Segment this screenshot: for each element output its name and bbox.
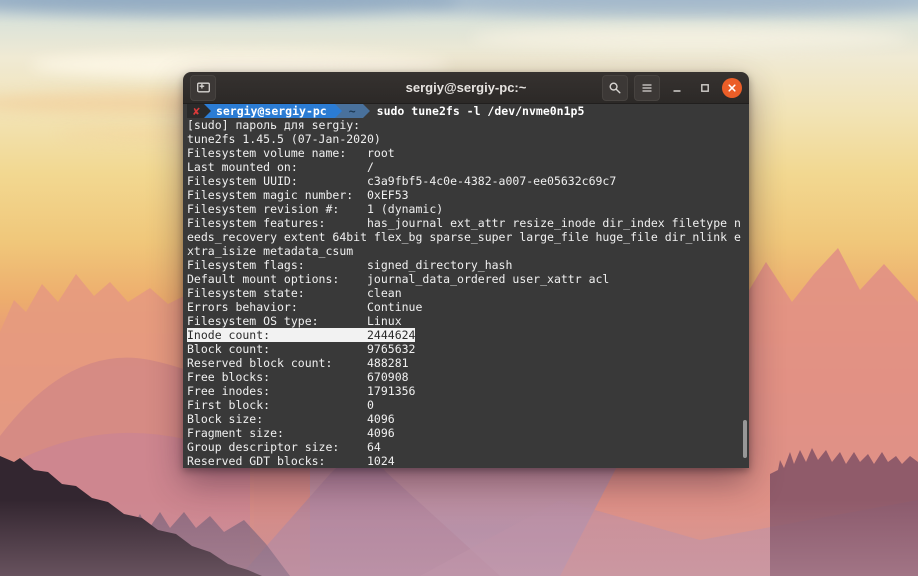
prompt-user-host: sergiy@sergiy-pc <box>211 104 335 118</box>
maximize-icon <box>699 82 711 94</box>
terminal-line: Filesystem features: has_journal ext_att… <box>187 216 749 230</box>
terminal-line: Filesystem revision #: 1 (dynamic) <box>187 202 749 216</box>
scrollbar-thumb[interactable] <box>743 420 747 458</box>
terminal-line: Reserved block count: 488281 <box>187 356 749 370</box>
powerline-arrow-icon <box>204 104 211 118</box>
search-icon <box>608 81 622 95</box>
terminal-line: Filesystem OS type: Linux <box>187 314 749 328</box>
desktop: sergiy@sergiy-pc:~ <box>0 0 918 576</box>
minimize-icon <box>671 82 683 94</box>
terminal-line: Free blocks: 670908 <box>187 370 749 384</box>
new-tab-button[interactable] <box>190 75 216 101</box>
terminal-line: Reserved GDT blocks: 1024 <box>187 454 749 468</box>
hamburger-menu-icon <box>640 81 654 95</box>
terminal-line: Block size: 4096 <box>187 412 749 426</box>
search-button[interactable] <box>602 75 628 101</box>
terminal-output: [sudo] пароль для sergiy: tune2fs 1.45.5… <box>187 118 749 468</box>
powerline-arrow-icon <box>335 104 342 118</box>
terminal-line: Filesystem flags: signed_directory_hash <box>187 258 749 272</box>
powerline-arrow-icon <box>363 104 370 118</box>
typed-command: sudo tune2fs -l /dev/nvme0n1p5 <box>370 104 585 118</box>
terminal-line: xtra_isize metadata_csum <box>187 244 749 258</box>
terminal-line: Errors behavior: Continue <box>187 300 749 314</box>
close-button[interactable] <box>722 78 742 98</box>
terminal-line: Group descriptor size: 64 <box>187 440 749 454</box>
terminal-line: Free inodes: 1791356 <box>187 384 749 398</box>
terminal-line: eeds_recovery extent 64bit flex_bg spars… <box>187 230 749 244</box>
terminal-line: Block count: 9765632 <box>187 342 749 356</box>
menu-button[interactable] <box>634 75 660 101</box>
minimize-button[interactable] <box>666 76 688 100</box>
close-icon <box>727 83 737 93</box>
terminal-line: First block: 0 <box>187 398 749 412</box>
terminal-line: [sudo] пароль для sergiy: <box>187 118 749 132</box>
terminal-line: Filesystem state: clean <box>187 286 749 300</box>
terminal-line: Fragment size: 4096 <box>187 426 749 440</box>
window-titlebar[interactable]: sergiy@sergiy-pc:~ <box>183 72 749 104</box>
terminal-line: Filesystem UUID: c3a9fbf5-4c0e-4382-a007… <box>187 174 749 188</box>
shell-prompt: ✘ sergiy@sergiy-pc ~ sudo tune2fs -l /de… <box>187 104 749 118</box>
terminal-line: Last mounted on: / <box>187 160 749 174</box>
new-tab-icon <box>196 80 211 95</box>
terminal-body[interactable]: ✘ sergiy@sergiy-pc ~ sudo tune2fs -l /de… <box>183 104 749 468</box>
terminal-line: tune2fs 1.45.5 (07-Jan-2020) <box>187 132 749 146</box>
maximize-button[interactable] <box>694 76 716 100</box>
terminal-line: Default mount options: journal_data_orde… <box>187 272 749 286</box>
prompt-directory: ~ <box>342 104 363 118</box>
terminal-line: Inode count: 2444624 <box>187 328 749 342</box>
prompt-status-glyph: ✘ <box>187 104 204 118</box>
terminal-line: Filesystem magic number: 0xEF53 <box>187 188 749 202</box>
terminal-line: Filesystem volume name: root <box>187 146 749 160</box>
terminal-window: sergiy@sergiy-pc:~ <box>183 72 749 468</box>
selected-text: Inode count: 2444624 <box>187 328 415 342</box>
